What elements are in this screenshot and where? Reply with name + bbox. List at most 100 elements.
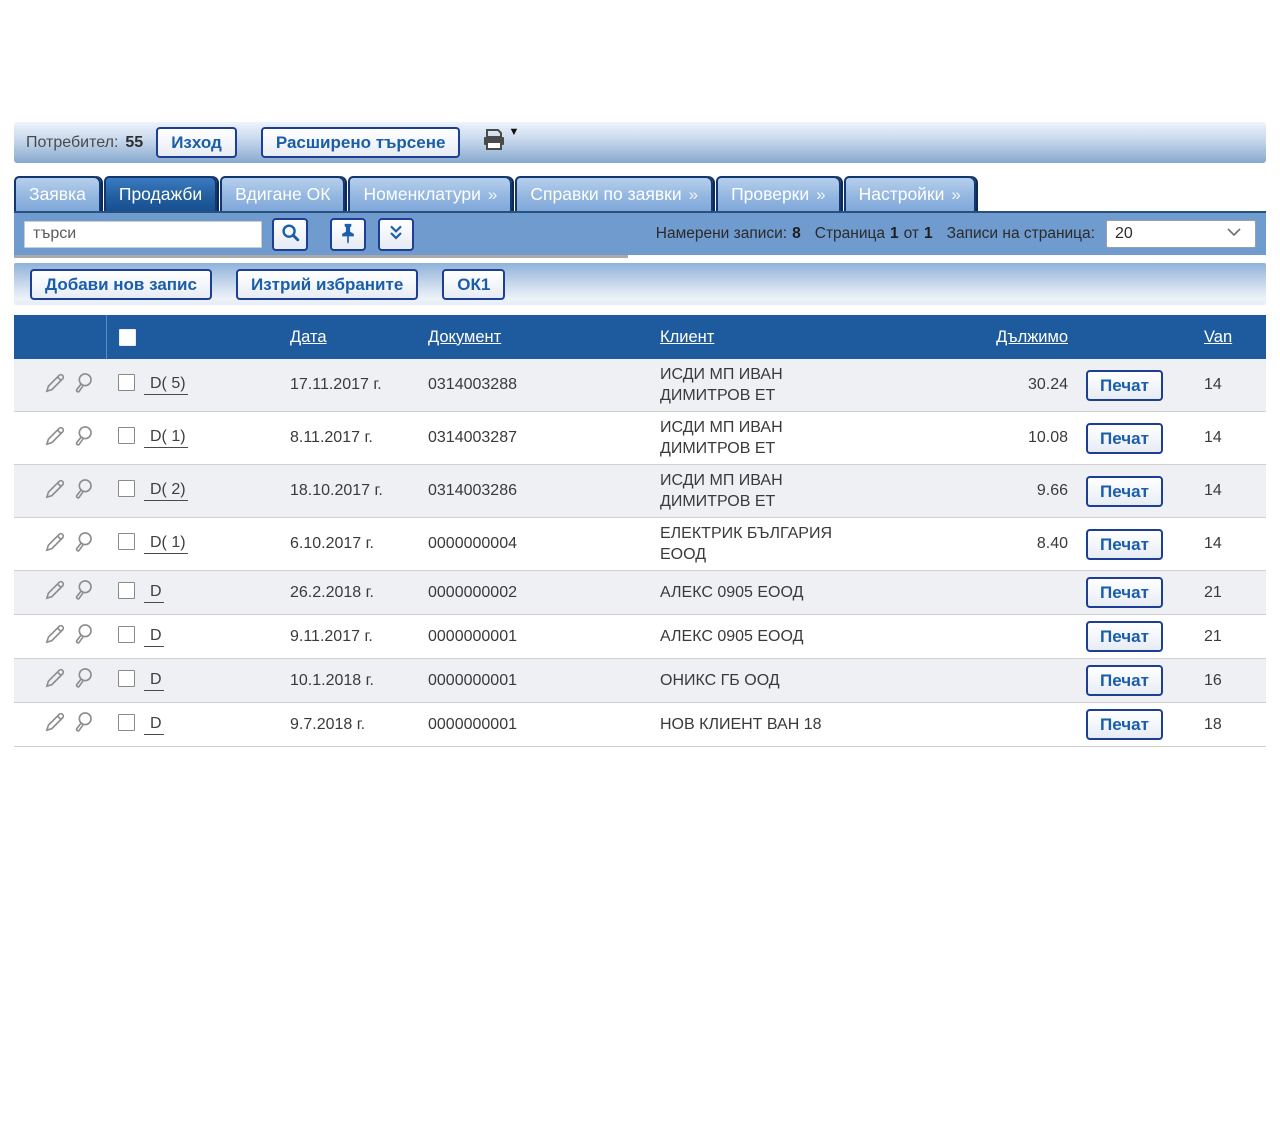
print-menu-button[interactable]: ▼ <box>481 128 519 157</box>
row-link-cell: D <box>144 627 272 647</box>
print-button[interactable]: Печат <box>1086 370 1163 401</box>
tab-4[interactable]: Справки по заявки» <box>515 176 713 211</box>
row-client-cell: ИСДИ МП ИВАН ДИМИТРОВ ЕТ <box>642 465 972 517</box>
row-print-cell: Печат <box>1084 621 1194 652</box>
view-magnifier-icon[interactable] <box>70 665 96 696</box>
row-print-cell: Печат <box>1084 370 1194 401</box>
row-checkbox[interactable] <box>118 670 135 687</box>
view-magnifier-icon[interactable] <box>70 529 96 560</box>
view-magnifier-icon[interactable] <box>70 577 96 608</box>
result-stats: Намерени записи: 8 Страница 1 от 1 Запис… <box>656 220 1256 248</box>
row-icons-cell <box>14 476 106 507</box>
row-detail-link[interactable]: D( 2) <box>144 481 188 501</box>
row-checkbox-cell <box>106 427 144 449</box>
edit-pencil-icon[interactable] <box>42 665 68 696</box>
row-detail-link[interactable]: D <box>144 671 164 691</box>
pin-button[interactable] <box>330 218 366 251</box>
tab-3[interactable]: Номенклатури » <box>348 176 512 211</box>
row-checkbox[interactable] <box>118 533 135 550</box>
tab-label: Продажби <box>119 184 202 205</box>
row-van: 21 <box>1194 628 1266 646</box>
edit-pencil-icon[interactable] <box>42 476 68 507</box>
row-checkbox[interactable] <box>118 427 135 444</box>
row-icons-cell <box>14 577 106 608</box>
print-button[interactable]: Печат <box>1086 476 1163 507</box>
view-magnifier-icon[interactable] <box>70 709 96 740</box>
tab-2[interactable]: Вдигане ОК <box>220 176 345 211</box>
header-document[interactable]: Документ <box>428 328 501 346</box>
search-bar: Намерени записи: 8 Страница 1 от 1 Запис… <box>14 211 1266 255</box>
tab-more-arrow-icon: » <box>488 185 497 205</box>
print-button[interactable]: Печат <box>1086 423 1163 454</box>
tab-6[interactable]: Настройки» <box>844 176 976 211</box>
row-client-cell: АЛЕКС 0905 ЕООД <box>642 621 972 652</box>
print-button[interactable]: Печат <box>1086 621 1163 652</box>
row-detail-link[interactable]: D( 1) <box>144 428 188 448</box>
table-header: Дата Документ Клиент Дължимо Van <box>14 315 1266 359</box>
row-detail-link[interactable]: D <box>144 715 164 735</box>
edit-pencil-icon[interactable] <box>42 423 68 454</box>
edit-pencil-icon[interactable] <box>42 577 68 608</box>
view-magnifier-icon[interactable] <box>70 621 96 652</box>
per-page-label: Записи на страница: <box>947 225 1095 243</box>
row-checkbox[interactable] <box>118 714 135 731</box>
tab-1[interactable]: Продажби <box>104 176 217 211</box>
edit-pencil-icon[interactable] <box>42 621 68 652</box>
tab-5[interactable]: Проверки» <box>716 176 841 211</box>
tab-0[interactable]: Заявка <box>14 176 101 211</box>
print-button[interactable]: Печат <box>1086 665 1163 696</box>
row-date: 8.11.2017 г. <box>272 429 424 447</box>
tab-label: Номенклатури <box>363 184 480 205</box>
row-detail-link[interactable]: D( 1) <box>144 534 188 554</box>
edit-pencil-icon[interactable] <box>42 709 68 740</box>
view-magnifier-icon[interactable] <box>70 370 96 401</box>
row-document: 0000000001 <box>424 716 642 734</box>
header-client[interactable]: Клиент <box>660 328 714 346</box>
row-van: 14 <box>1194 482 1266 500</box>
view-magnifier-icon[interactable] <box>70 423 96 454</box>
header-due[interactable]: Дължимо <box>996 328 1068 346</box>
edit-pencil-icon[interactable] <box>42 370 68 401</box>
search-input[interactable] <box>24 221 262 248</box>
row-detail-link[interactable]: D <box>144 583 164 603</box>
table-row: D( 1) 8.11.2017 г. 0314003287 ИСДИ МП ИВ… <box>14 412 1266 465</box>
header-date[interactable]: Дата <box>290 328 327 346</box>
row-client: ИСДИ МП ИВАН ДИМИТРОВ ЕТ <box>660 412 850 464</box>
header-checkbox-cell <box>106 315 144 359</box>
ok1-button[interactable]: ОК1 <box>442 269 505 300</box>
tab-more-arrow-icon: » <box>689 185 698 205</box>
tab-label: Настройки <box>859 184 945 205</box>
row-checkbox[interactable] <box>118 480 135 497</box>
add-record-button[interactable]: Добави нов запис <box>30 269 212 300</box>
found-count: 8 <box>792 225 801 243</box>
edit-pencil-icon[interactable] <box>42 529 68 560</box>
row-icons-cell <box>14 665 106 696</box>
header-van[interactable]: Van <box>1204 328 1232 346</box>
logout-button[interactable]: Изход <box>156 127 237 158</box>
print-button[interactable]: Печат <box>1086 529 1163 560</box>
per-page-select[interactable]: 20 <box>1106 220 1256 248</box>
row-print-cell: Печат <box>1084 665 1194 696</box>
select-all-checkbox[interactable] <box>119 329 136 346</box>
row-checkbox[interactable] <box>118 582 135 599</box>
row-detail-link[interactable]: D( 5) <box>144 375 188 395</box>
row-detail-link[interactable]: D <box>144 627 164 647</box>
row-checkbox[interactable] <box>118 374 135 391</box>
search-button[interactable] <box>272 218 308 251</box>
row-document: 0000000001 <box>424 628 642 646</box>
delete-selected-button[interactable]: Изтрий избраните <box>236 269 418 300</box>
row-client-cell: АЛЕКС 0905 ЕООД <box>642 577 972 608</box>
tab-label: Заявка <box>29 184 86 205</box>
row-client-cell: ОНИКС ГБ ООД <box>642 665 972 696</box>
row-checkbox[interactable] <box>118 626 135 643</box>
view-magnifier-icon[interactable] <box>70 476 96 507</box>
expand-button[interactable] <box>378 218 414 251</box>
row-icons-cell <box>14 709 106 740</box>
page-label: Страница <box>815 225 885 243</box>
print-button[interactable]: Печат <box>1086 709 1163 740</box>
row-client-cell: ИСДИ МП ИВАН ДИМИТРОВ ЕТ <box>642 359 972 411</box>
row-document: 0314003287 <box>424 429 642 447</box>
page-total: 1 <box>924 225 933 243</box>
advanced-search-button[interactable]: Расширено търсене <box>261 127 461 158</box>
print-button[interactable]: Печат <box>1086 577 1163 608</box>
